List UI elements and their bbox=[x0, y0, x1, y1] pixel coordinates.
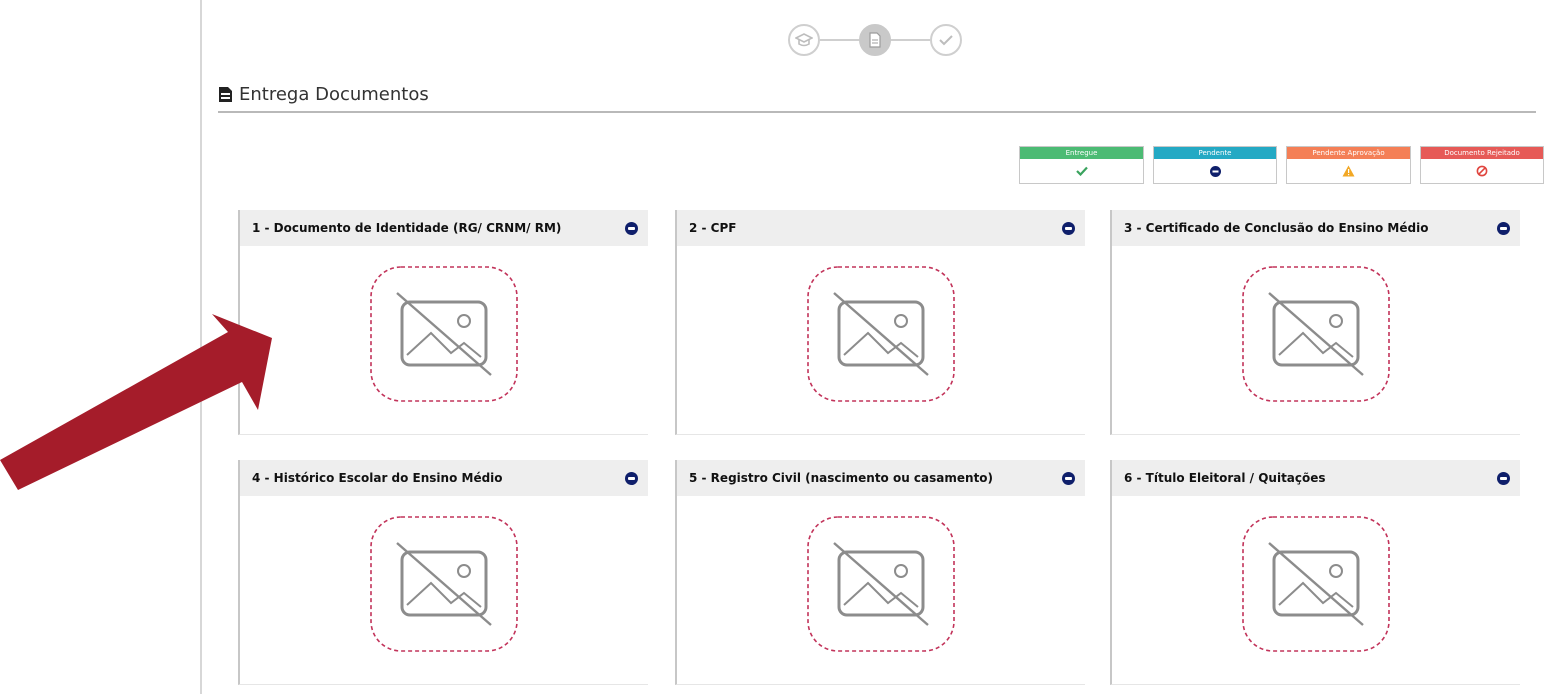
legend-pendente-aprovacao: Pendente Aprovação bbox=[1286, 146, 1411, 184]
image-placeholder[interactable] bbox=[806, 515, 956, 653]
minus-circle-icon bbox=[625, 471, 638, 485]
step-3-check-icon bbox=[930, 24, 962, 56]
image-placeholder[interactable] bbox=[1241, 265, 1391, 403]
document-card-6[interactable]: 6 - Título Eleitoral / Quitações bbox=[1110, 460, 1520, 685]
document-card-2[interactable]: 2 - CPF bbox=[675, 210, 1085, 435]
minus-circle-icon bbox=[1062, 221, 1075, 235]
step-connector bbox=[820, 39, 859, 41]
no-image-icon bbox=[807, 266, 955, 402]
red-arrow-annotation bbox=[0, 314, 272, 490]
card-header: 4 - Histórico Escolar do Ensino Médio bbox=[240, 460, 648, 496]
step-connector bbox=[891, 39, 930, 41]
no-image-icon bbox=[1242, 266, 1390, 402]
minus-circle-icon bbox=[1062, 471, 1075, 485]
section-title: Entrega Documentos bbox=[218, 84, 429, 105]
title-divider bbox=[218, 111, 1536, 113]
image-placeholder[interactable] bbox=[806, 265, 956, 403]
card-header: 5 - Registro Civil (nascimento ou casame… bbox=[677, 460, 1085, 496]
document-icon bbox=[219, 87, 232, 102]
no-image-icon bbox=[370, 516, 518, 652]
document-card-4[interactable]: 4 - Histórico Escolar do Ensino Médio bbox=[238, 460, 648, 685]
image-placeholder[interactable] bbox=[369, 515, 519, 653]
card-title: 1 - Documento de Identidade (RG/ CRNM/ R… bbox=[252, 221, 562, 235]
document-card-1[interactable]: 1 - Documento de Identidade (RG/ CRNM/ R… bbox=[238, 210, 648, 435]
document-card-3[interactable]: 3 - Certificado de Conclusão do Ensino M… bbox=[1110, 210, 1520, 435]
legend-label: Pendente Aprovação bbox=[1287, 147, 1410, 159]
step-indicator bbox=[788, 20, 978, 60]
step-1-graduation-cap-icon bbox=[788, 24, 820, 56]
no-image-icon bbox=[370, 266, 518, 402]
card-header: 6 - Título Eleitoral / Quitações bbox=[1112, 460, 1520, 496]
step-2-document-icon bbox=[859, 24, 891, 56]
check-icon bbox=[1075, 166, 1088, 176]
minus-circle-icon bbox=[625, 221, 638, 235]
minus-circle-icon bbox=[1497, 221, 1510, 235]
card-title: 3 - Certificado de Conclusão do Ensino M… bbox=[1124, 221, 1429, 235]
ban-icon bbox=[1476, 165, 1488, 177]
legend-pendente: Pendente bbox=[1153, 146, 1277, 184]
card-title: 5 - Registro Civil (nascimento ou casame… bbox=[689, 471, 994, 485]
legend-label: Documento Rejeitado bbox=[1421, 147, 1543, 159]
card-header: 2 - CPF bbox=[677, 210, 1085, 246]
no-image-icon bbox=[807, 516, 955, 652]
legend-label: Entregue bbox=[1020, 147, 1143, 159]
warning-icon bbox=[1342, 165, 1355, 177]
no-image-icon bbox=[1242, 516, 1390, 652]
image-placeholder[interactable] bbox=[369, 265, 519, 403]
card-header: 3 - Certificado de Conclusão do Ensino M… bbox=[1112, 210, 1520, 246]
document-card-5[interactable]: 5 - Registro Civil (nascimento ou casame… bbox=[675, 460, 1085, 685]
page-title: Entrega Documentos bbox=[239, 84, 429, 105]
minus-circle-icon bbox=[1209, 165, 1221, 177]
image-placeholder[interactable] bbox=[1241, 515, 1391, 653]
legend-documento-rejeitado: Documento Rejeitado bbox=[1420, 146, 1544, 184]
legend-label: Pendente bbox=[1154, 147, 1276, 159]
card-title: 6 - Título Eleitoral / Quitações bbox=[1124, 471, 1326, 485]
legend-entregue: Entregue bbox=[1019, 146, 1144, 184]
minus-circle-icon bbox=[1497, 471, 1510, 485]
card-title: 2 - CPF bbox=[689, 221, 737, 235]
card-header: 1 - Documento de Identidade (RG/ CRNM/ R… bbox=[240, 210, 648, 246]
